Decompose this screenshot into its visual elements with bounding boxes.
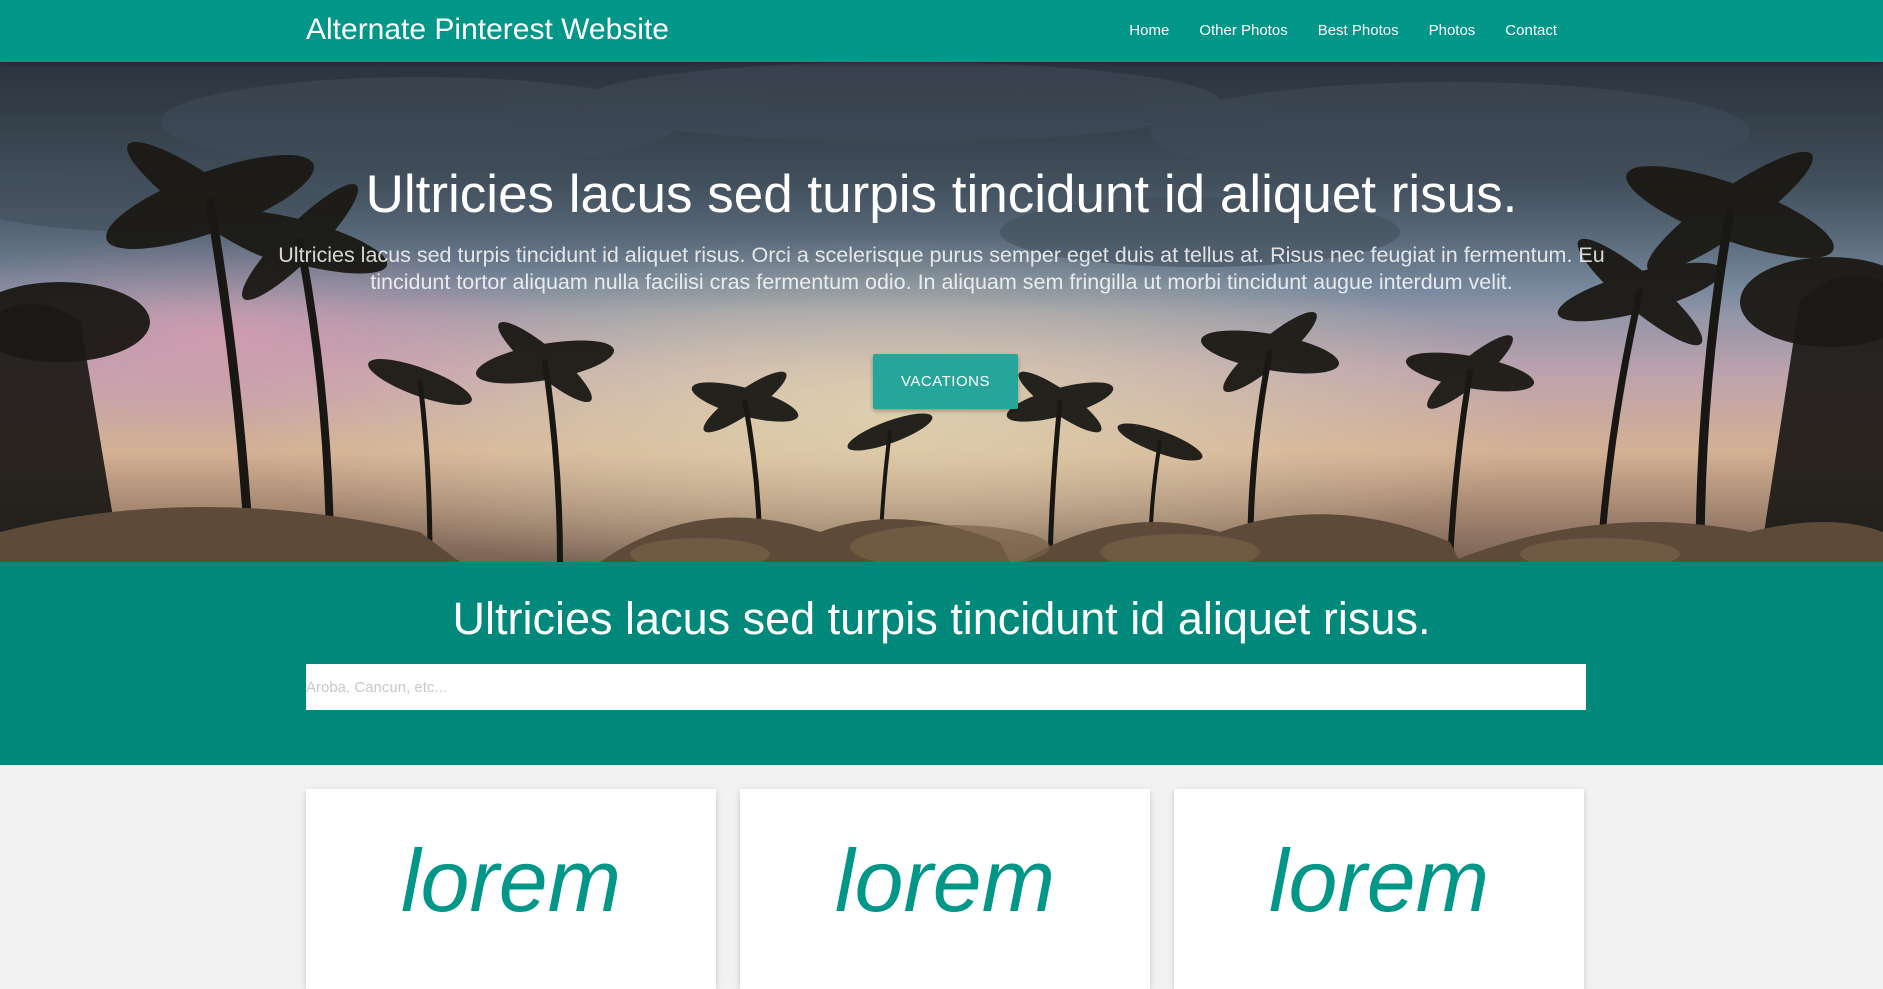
nav-item-contact: Contact — [1490, 0, 1572, 62]
destination-search-input[interactable] — [306, 664, 1586, 710]
card[interactable]: lorem — [306, 789, 716, 989]
nav-item-home: Home — [1114, 0, 1184, 62]
nav-links: Home Other Photos Best Photos Photos Con… — [1114, 0, 1572, 62]
nav-link-contact[interactable]: Contact — [1490, 0, 1572, 62]
nav-item-other-photos: Other Photos — [1184, 0, 1302, 62]
card[interactable]: lorem — [740, 789, 1150, 989]
hero-banner: Ultricies lacus sed turpis tincidunt id … — [0, 62, 1883, 562]
card-title: lorem — [400, 831, 622, 930]
vacations-button[interactable]: VACATIONS — [873, 354, 1018, 409]
hero-background-image — [0, 62, 1883, 562]
nav-link-home[interactable]: Home — [1114, 0, 1184, 62]
search-section-title: Ultricies lacus sed turpis tincidunt id … — [452, 593, 1431, 644]
search-section: Ultricies lacus sed turpis tincidunt id … — [0, 562, 1883, 765]
card-title: lorem — [1268, 831, 1490, 930]
hero-subtitle: Ultricies lacus sed turpis tincidunt id … — [278, 243, 1605, 294]
top-navbar: Alternate Pinterest Website Home Other P… — [0, 0, 1883, 62]
card[interactable]: lorem — [1174, 789, 1584, 989]
nav-item-best-photos: Best Photos — [1303, 0, 1414, 62]
nav-link-other-photos[interactable]: Other Photos — [1184, 0, 1302, 62]
hero-title: Ultricies lacus sed turpis tincidunt id … — [365, 165, 1518, 224]
nav-item-photos: Photos — [1414, 0, 1491, 62]
brand-logo-link[interactable]: Alternate Pinterest Website — [306, 12, 669, 48]
nav-link-best-photos[interactable]: Best Photos — [1303, 0, 1414, 62]
nav-link-photos[interactable]: Photos — [1414, 0, 1491, 62]
cards-section: lorem lorem lorem — [0, 765, 1883, 989]
card-title: lorem — [834, 831, 1056, 930]
